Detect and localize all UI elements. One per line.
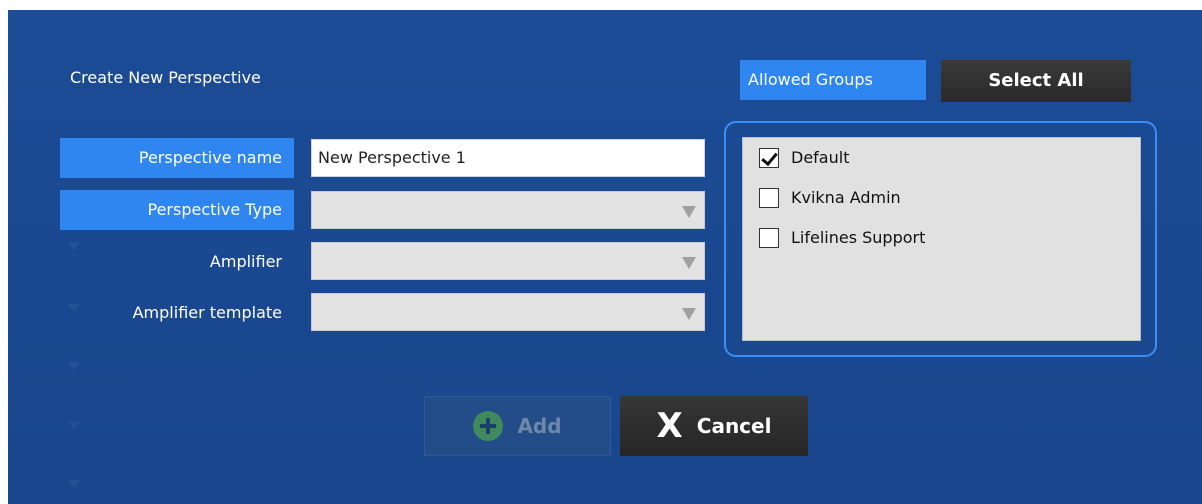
perspective-type-select[interactable] <box>311 191 705 229</box>
background-arrow-icon <box>68 480 80 488</box>
allowed-groups-label: Allowed Groups <box>740 60 926 100</box>
amplifier-label: Amplifier <box>209 252 282 271</box>
group-label: Kvikna Admin <box>791 188 901 207</box>
group-item-lifelines-support[interactable]: Lifelines Support <box>743 226 1140 266</box>
default-checkbox[interactable] <box>759 148 779 168</box>
select-all-button[interactable]: Select All <box>941 60 1131 102</box>
dropdown-arrow-icon <box>682 206 696 218</box>
group-label: Default <box>791 148 850 167</box>
x-icon: X <box>656 406 683 446</box>
plus-circle-icon <box>473 411 504 441</box>
lifelines-support-checkbox[interactable] <box>759 228 779 248</box>
perspective-type-label: Perspective Type <box>60 190 294 230</box>
perspective-name-input[interactable]: New Perspective 1 <box>311 139 705 177</box>
group-item-kvikna-admin[interactable]: Kvikna Admin <box>743 186 1140 226</box>
group-item-default[interactable]: Default <box>743 146 1140 186</box>
dropdown-arrow-icon <box>682 257 696 269</box>
amplifier-template-select[interactable] <box>311 293 705 331</box>
cancel-button-label: Cancel <box>696 414 772 438</box>
dropdown-arrow-icon <box>682 308 696 320</box>
background-arrow-icon <box>68 362 80 370</box>
amplifier-select[interactable] <box>311 242 705 280</box>
dialog-title: Create New Perspective <box>70 68 261 87</box>
kvikna-admin-checkbox[interactable] <box>759 188 779 208</box>
group-label: Lifelines Support <box>791 228 926 247</box>
amplifier-template-label: Amplifier template <box>132 303 282 322</box>
cancel-button[interactable]: X Cancel <box>620 396 808 456</box>
groups-list[interactable]: Default Kvikna Admin Lifelines Support <box>742 137 1141 341</box>
perspective-name-label: Perspective name <box>60 138 294 178</box>
checkmark-icon <box>761 148 778 167</box>
add-button-label: Add <box>517 414 562 438</box>
create-perspective-dialog: Create New Perspective Perspective name … <box>8 10 1202 504</box>
background-arrow-icon <box>68 422 80 430</box>
add-button[interactable]: Add <box>424 396 611 456</box>
